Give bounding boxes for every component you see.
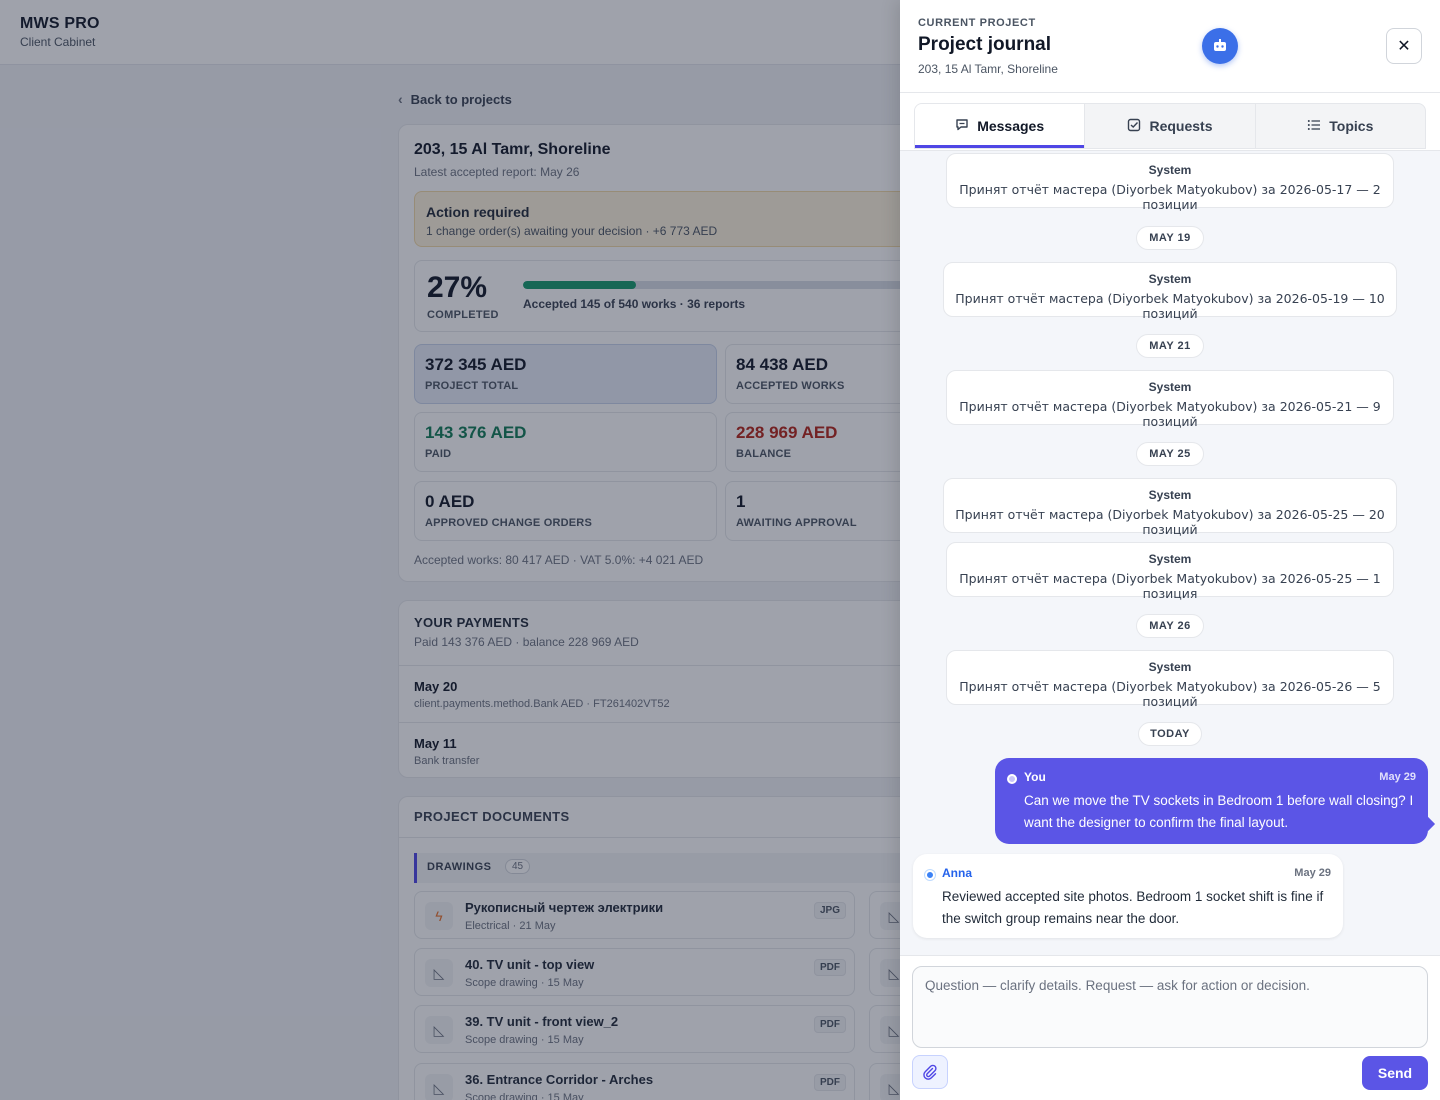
tab-requests[interactable]: Requests — [1085, 104, 1256, 148]
message-author: You — [1024, 770, 1046, 784]
message-author: System — [1148, 163, 1192, 177]
date-separator: MAY 19 — [1136, 226, 1204, 250]
tab-topics[interactable]: Topics — [1256, 104, 1425, 148]
tab-label: Requests — [1149, 118, 1213, 134]
list-icon — [1307, 119, 1321, 134]
message-text: Принят отчёт мастера (Diyorbek Matyokubo… — [959, 679, 1381, 709]
message-text: Reviewed accepted site photos. Bedroom 1… — [942, 889, 1324, 926]
system-message: System Принят отчёт мастера (Diyorbek Ma… — [946, 370, 1394, 429]
date-separator: TODAY — [1138, 722, 1202, 746]
message-text: Can we move the TV sockets in Bedroom 1 … — [1024, 793, 1414, 830]
sender-dot — [925, 870, 935, 880]
message-text: Принят отчёт мастера (Diyorbek Matyokubo… — [955, 291, 1385, 321]
chat-icon — [955, 118, 969, 134]
tab-label: Messages — [977, 118, 1045, 134]
send-button[interactable]: Send — [1362, 1056, 1428, 1090]
drawer-eyebrow: CURRENT PROJECT — [918, 17, 1036, 29]
message-author: System — [1148, 488, 1192, 502]
own-message: You May 29 Can we move the TV sockets in… — [995, 758, 1428, 844]
close-icon: ✕ — [1397, 38, 1411, 55]
drawer-subtitle: 203, 15 Al Tamr, Shoreline — [918, 62, 1058, 76]
system-message: System Принят отчёт мастера (Diyorbek Ma… — [946, 650, 1394, 709]
message-author: System — [1148, 660, 1192, 674]
system-message: System Принят отчёт мастера (Diyorbek Ma… — [946, 542, 1394, 601]
message-author: Anna — [942, 866, 972, 880]
robot-icon-glyph — [1214, 39, 1226, 51]
message-text: Принят отчёт мастера (Diyorbek Matyokubo… — [955, 507, 1385, 537]
message-input[interactable] — [912, 966, 1428, 1048]
date-separator: MAY 25 — [1136, 442, 1204, 466]
date-separator: MAY 21 — [1136, 334, 1204, 358]
close-button[interactable]: ✕ — [1386, 28, 1422, 64]
system-message: System Принят отчёт мастера (Diyorbek Ma… — [946, 153, 1394, 212]
message-text: Принят отчёт мастера (Diyorbek Matyokubo… — [959, 182, 1381, 212]
message-author: System — [1148, 380, 1192, 394]
paperclip-icon — [923, 1064, 937, 1080]
journal-tabs: Messages Requests Topics — [914, 103, 1426, 149]
messages-list[interactable]: System Принят отчёт мастера (Diyorbek Ma… — [900, 150, 1440, 955]
message-author: System — [1148, 272, 1192, 286]
sender-dot — [1007, 774, 1017, 784]
message-time: May 29 — [1294, 867, 1331, 879]
message-time: May 29 — [1379, 771, 1416, 783]
drawer-title: Project journal — [918, 34, 1052, 55]
robot-icon[interactable] — [1202, 28, 1238, 64]
message-composer: Send — [900, 955, 1440, 1100]
checkbox-icon — [1127, 118, 1141, 135]
drawer-header: CURRENT PROJECT Project journal 203, 15 … — [900, 0, 1440, 93]
project-journal-drawer: CURRENT PROJECT Project journal 203, 15 … — [900, 0, 1440, 1100]
system-message: System Принят отчёт мастера (Diyorbek Ma… — [943, 262, 1397, 321]
date-separator: MAY 26 — [1136, 614, 1204, 638]
tab-messages[interactable]: Messages — [915, 104, 1086, 148]
message-author: System — [1148, 552, 1192, 566]
incoming-message: Anna May 29 Reviewed accepted site photo… — [913, 854, 1343, 938]
tab-label: Topics — [1329, 118, 1374, 134]
system-message: System Принят отчёт мастера (Diyorbek Ma… — [943, 478, 1397, 537]
attach-button[interactable] — [912, 1055, 948, 1089]
message-text: Принят отчёт мастера (Diyorbek Matyokubo… — [959, 399, 1381, 429]
message-text: Принят отчёт мастера (Diyorbek Matyokubo… — [959, 571, 1381, 601]
